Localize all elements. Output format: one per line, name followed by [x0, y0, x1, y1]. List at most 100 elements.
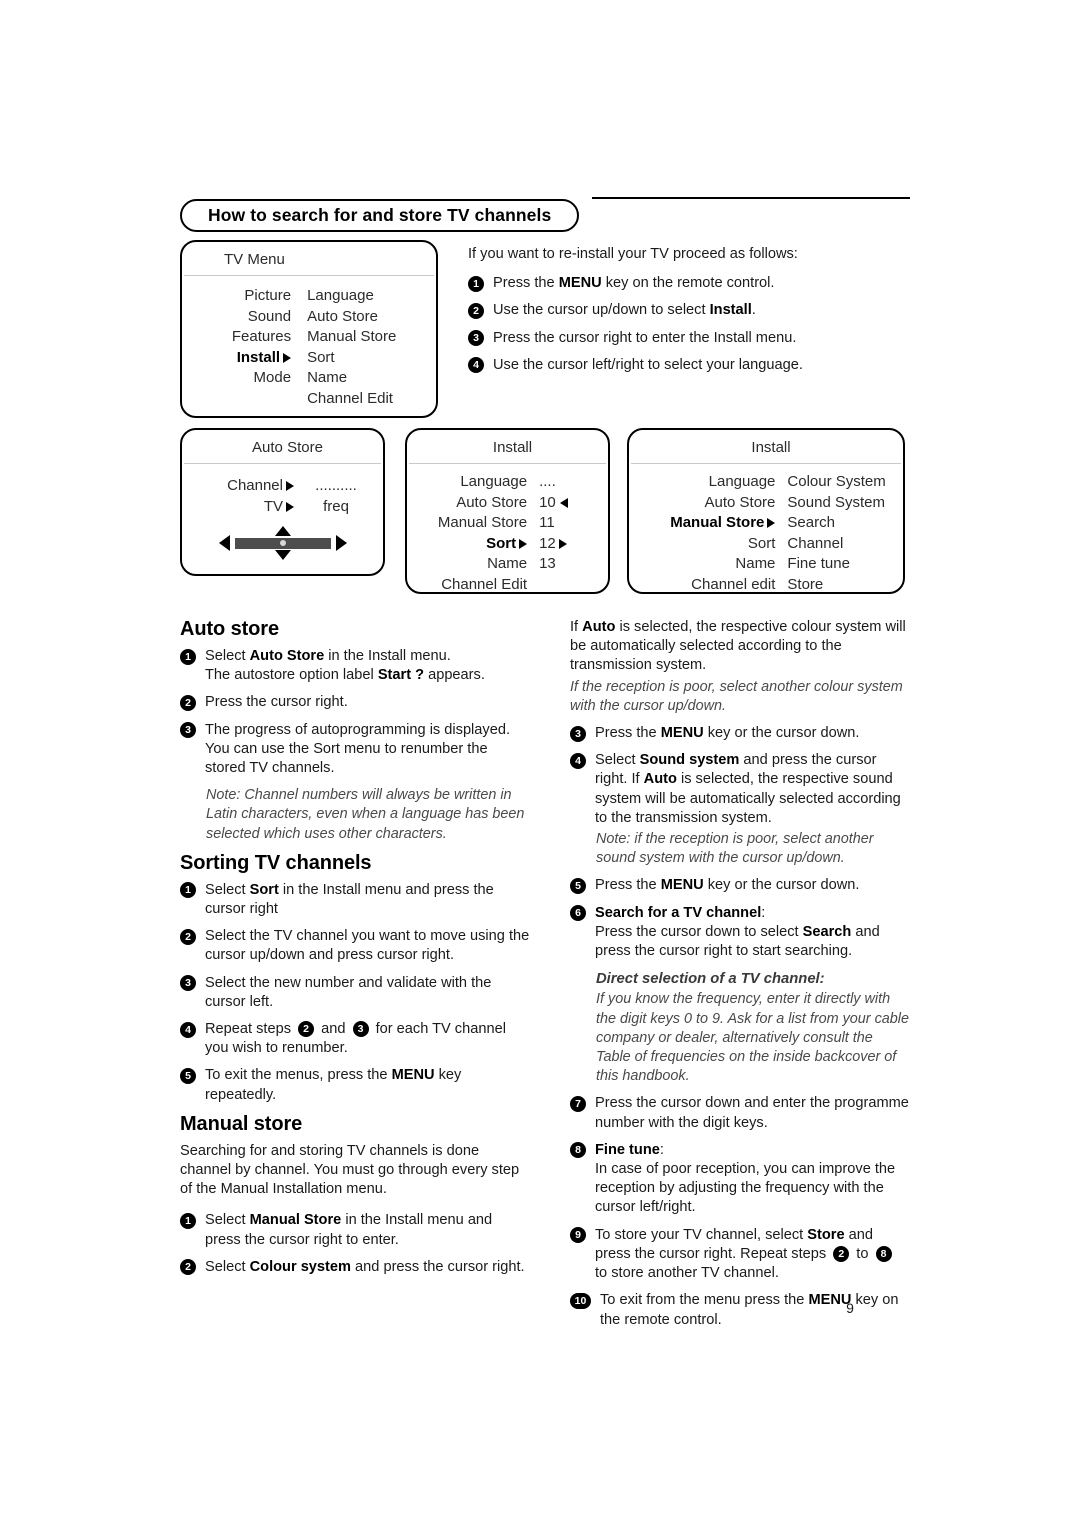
- manual-store-step-list: 1 Select Manual Store in the Install menu…: [180, 1211, 530, 1277]
- slider-up-arrow-icon[interactable]: [274, 526, 291, 536]
- step-item: 5 To exit the menus, press the MENU key r…: [180, 1066, 530, 1104]
- install-1-value: [539, 575, 608, 596]
- auto-store-row[interactable]: Channel..........: [182, 475, 383, 496]
- menu-item-label: Channel Edit: [441, 575, 528, 593]
- install-2-item-auto-store[interactable]: Auto Store: [629, 493, 776, 514]
- tv-menu-item-mode[interactable]: Mode: [182, 368, 292, 389]
- triangle-right-icon: [286, 481, 294, 491]
- step-note: Note: if the reception is poor, select a…: [596, 831, 874, 867]
- install-2-item-sort[interactable]: Sort: [629, 534, 776, 555]
- install-1-item-name[interactable]: Name: [407, 554, 527, 575]
- tv-menu-sub-item-auto-store[interactable]: Auto Store: [307, 307, 436, 328]
- step-bullet: 2: [180, 1259, 196, 1276]
- colour-system-note: If the reception is poor, select another…: [570, 678, 903, 714]
- step-bullet: 4: [180, 1021, 196, 1038]
- left-text-column: Auto store 1 Select Auto Store in the Ins…: [180, 618, 530, 1285]
- step-text: To store your TV channel, select Store a…: [595, 1226, 910, 1284]
- install-2-column-1: Language Auto Store Manual Store Sort Name Ch…: [629, 472, 776, 596]
- install-1-item-language[interactable]: Language: [407, 472, 527, 493]
- tv-menu-item-picture[interactable]: Picture: [182, 286, 291, 307]
- heading-sorting: Sorting TV channels: [180, 851, 372, 874]
- tv-menu-item-sound[interactable]: Sound: [182, 307, 291, 328]
- auto-store-step-list: 1 Select Auto Store in the Install menu. T…: [180, 647, 530, 778]
- menu-item-label: Mode: [253, 369, 292, 386]
- install-2-sub-item-fine-tune[interactable]: Fine tune: [787, 554, 903, 575]
- install-2-sub-item-colour-system[interactable]: Colour System: [787, 472, 903, 493]
- install-1-value: 13: [539, 554, 608, 575]
- install-2-sub-item-channel[interactable]: Channel: [787, 534, 903, 555]
- step-item: 1 Select Auto Store in the Install menu. T…: [180, 647, 530, 685]
- tv-menu-item-features[interactable]: Features: [182, 327, 291, 348]
- direct-selection-note: If you know the frequency, enter it dire…: [596, 991, 909, 1085]
- step-bullet: 6: [570, 905, 586, 922]
- step-text: Fine tune: In case of poor reception, you…: [595, 1141, 896, 1216]
- step-bullet: 4: [468, 357, 484, 374]
- menu-item-value: ....: [539, 473, 556, 490]
- menu-item-label: Name: [487, 555, 528, 572]
- sorting-step-list: 1 Select Sort in the Install menu and pre…: [180, 881, 530, 1105]
- direct-selection-heading: Direct selection of a TV channel:: [596, 971, 825, 988]
- tv-menu-sub-item-sort[interactable]: Sort: [307, 348, 436, 369]
- right-step-list-2: 7 Press the cursor down and enter the pro…: [570, 1094, 910, 1329]
- tv-menu-sub-item-language[interactable]: Language: [307, 286, 436, 307]
- tv-menu-item-install[interactable]: Install: [182, 348, 292, 369]
- install-1-value: 11: [539, 513, 608, 534]
- install-2-column-2: Colour System Sound System Search Channel Fi…: [775, 472, 903, 595]
- install-2-item-channel-edit[interactable]: Channel edit: [629, 575, 775, 596]
- install-2-title: Install: [751, 439, 791, 456]
- step-bullet: 4: [570, 752, 586, 769]
- install-1-item-channel-edit[interactable]: Channel Edit: [407, 575, 527, 596]
- install-2-item-language[interactable]: Language: [629, 472, 776, 493]
- menu-item-label: Picture: [244, 287, 292, 304]
- step-item: 9 To store your TV channel, select Store …: [570, 1226, 910, 1284]
- tv-menu-sub-item-name[interactable]: Name: [307, 368, 436, 389]
- install-menu-diagram-1: Install Language Auto Store Manual Store So…: [405, 428, 610, 594]
- step-item: 5 Press the MENU key or the cursor down.: [570, 876, 910, 895]
- slider-down-arrow-icon[interactable]: [274, 550, 291, 560]
- install-1-item-manual-store[interactable]: Manual Store: [407, 513, 527, 534]
- slider-knob[interactable]: [279, 540, 286, 546]
- auto-store-row-value: ..........: [315, 477, 357, 494]
- heading-auto-store: Auto store: [180, 618, 280, 640]
- menu-item-value: 11: [539, 514, 555, 531]
- auto-store-slider[interactable]: [182, 526, 383, 560]
- menu-item-label: Auto Store: [456, 493, 528, 511]
- triangle-right-icon: [283, 352, 292, 363]
- step-bullet: 3: [468, 330, 484, 347]
- triangle-right-icon: [767, 518, 776, 528]
- step-item: 1 Select Manual Store in the Install menu…: [180, 1211, 530, 1249]
- triangle-right-icon: [558, 538, 567, 549]
- header-rule: [592, 197, 910, 199]
- step-bullet: 1: [180, 1212, 196, 1229]
- install-1-value: 10: [539, 493, 608, 514]
- install-2-sub-item-search[interactable]: Search: [787, 513, 903, 534]
- step-text: Select the new number and validate with …: [205, 974, 492, 1010]
- document-page: How to search for and store TV channels …: [0, 0, 1080, 1528]
- install-2-item-manual-store[interactable]: Manual Store: [629, 513, 776, 534]
- install-1-title: Install: [492, 439, 533, 456]
- install-1-item-auto-store[interactable]: Auto Store: [407, 493, 527, 514]
- menu-item-label: Auto Store: [704, 493, 776, 511]
- install-1-item-sort[interactable]: Sort: [407, 534, 528, 555]
- step-text: To exit the menus, press the MENU key re…: [205, 1067, 462, 1103]
- triangle-left-icon: [559, 497, 568, 508]
- triangle-right-icon: [519, 538, 528, 549]
- menu-item-label: Install: [236, 348, 281, 366]
- step-item: 2 Use the cursor up/down to select Instal…: [468, 301, 908, 320]
- tv-menu-sub-item-channel-edit[interactable]: Channel Edit: [307, 389, 436, 410]
- install-2-sub-item-store[interactable]: Store: [787, 575, 903, 596]
- tv-menu-sub-item-manual-store[interactable]: Manual Store: [307, 327, 436, 348]
- auto-store-diagram: Auto Store Channel.......... TV freq: [180, 428, 385, 576]
- install-2-sub-item-sound-system[interactable]: Sound System: [787, 493, 903, 514]
- slider-track[interactable]: [234, 537, 331, 549]
- auto-store-title: Auto Store: [252, 439, 323, 456]
- step-bullet: 2: [180, 694, 196, 711]
- menu-item-label: Name: [735, 555, 776, 572]
- auto-store-row[interactable]: TV freq: [182, 496, 383, 517]
- slider-right-arrow-icon[interactable]: [335, 535, 347, 551]
- intro-block: If you want to re-install your TV procee…: [468, 245, 908, 383]
- slider-left-arrow-icon[interactable]: [218, 535, 230, 551]
- intro-lead: If you want to re-install your TV procee…: [468, 246, 798, 262]
- install-2-item-name[interactable]: Name: [629, 554, 775, 575]
- step-text: Select Sound system and press the cursor…: [595, 752, 901, 826]
